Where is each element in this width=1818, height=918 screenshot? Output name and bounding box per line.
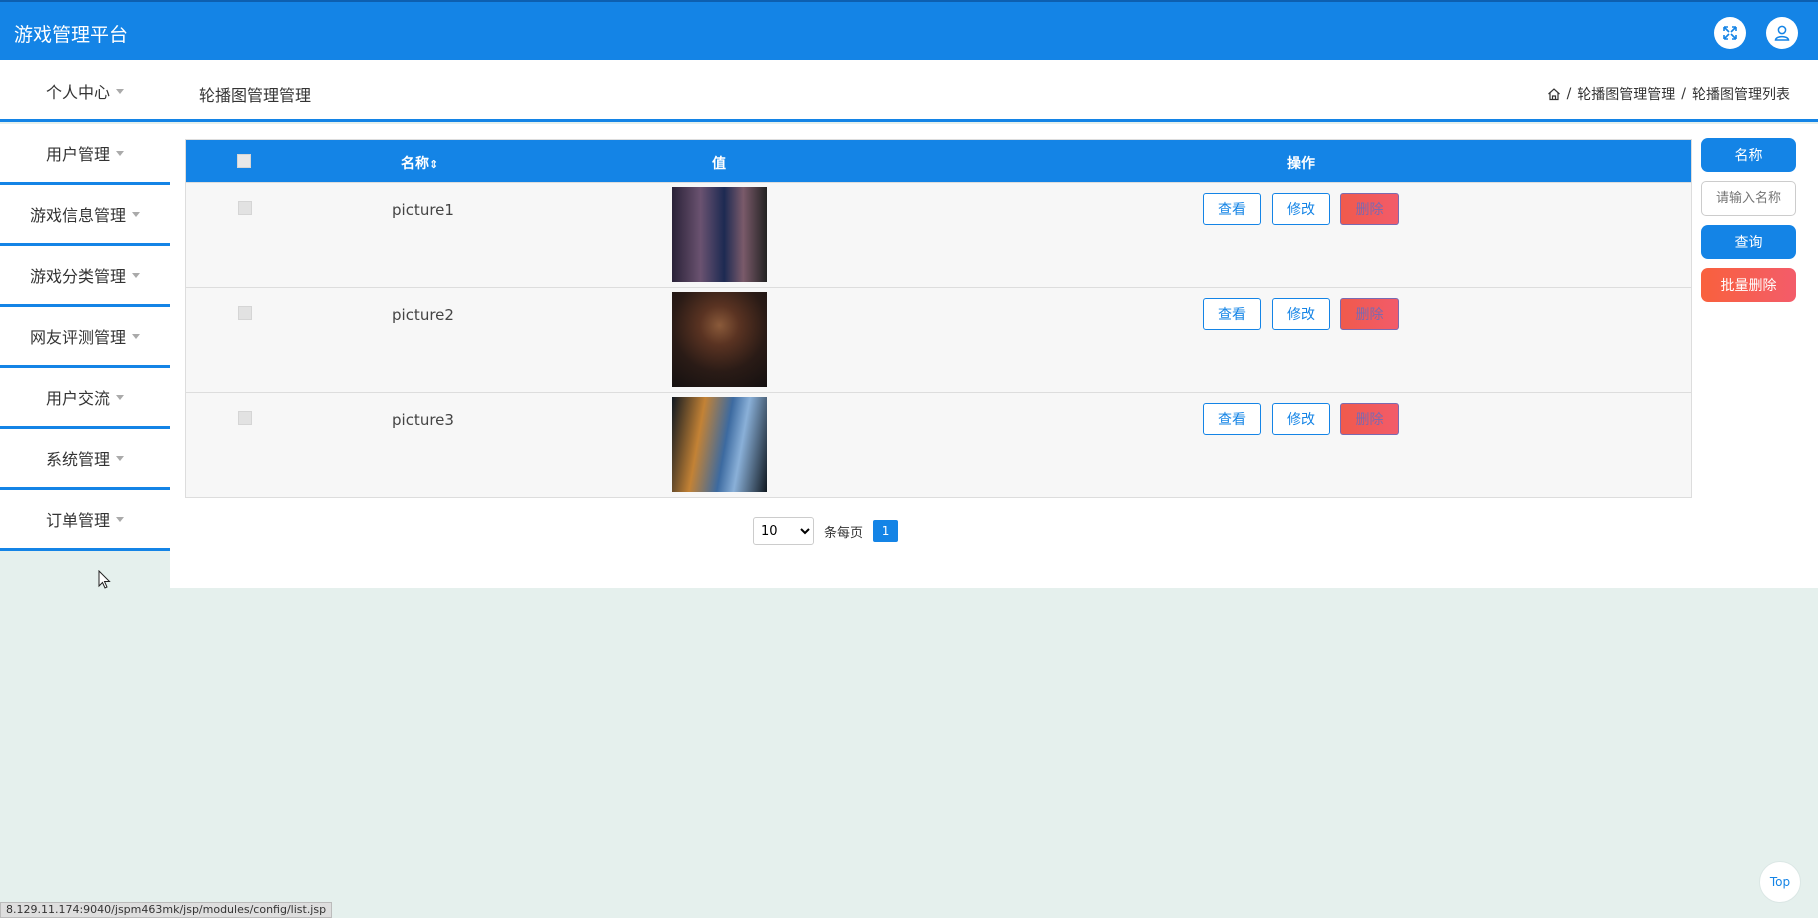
sidebar-item-label: 系统管理 — [45, 450, 110, 469]
mouse-cursor-icon — [98, 570, 111, 589]
breadcrumb-item-module[interactable]: 轮播图管理管理 — [1577, 84, 1675, 104]
thumbnail-image — [672, 187, 767, 282]
page-title: 轮播图管理管理 — [199, 86, 312, 105]
home-icon[interactable] — [1547, 87, 1561, 101]
app-title: 游戏管理平台 — [14, 24, 129, 46]
top-header: 游戏管理平台 — [0, 0, 1818, 60]
column-header-actions: 操作 — [1287, 156, 1315, 172]
thumbnail-image — [672, 292, 767, 387]
caret-down-icon — [116, 88, 124, 94]
breadcrumb: / 轮播图管理管理 / 轮播图管理列表 — [1547, 84, 1790, 104]
select-all-checkbox[interactable] — [237, 154, 251, 168]
caret-down-icon — [132, 333, 140, 339]
row-name: picture3 — [392, 411, 454, 429]
row-checkbox[interactable] — [238, 201, 252, 215]
sidebar-item-user-management[interactable]: 用户管理 — [0, 124, 170, 185]
user-icon — [1774, 25, 1790, 41]
view-button[interactable]: 查看 — [1203, 298, 1261, 330]
edit-button[interactable]: 修改 — [1272, 298, 1330, 330]
sidebar-item-user-exchange[interactable]: 用户交流 — [0, 368, 170, 429]
edit-button[interactable]: 修改 — [1272, 193, 1330, 225]
sidebar-item-reviews[interactable]: 网友评测管理 — [0, 307, 170, 368]
row-checkbox[interactable] — [238, 411, 252, 425]
carousel-table: 名称⇕ 值 操作 picture1 查看 修改 删除 picture2 查看 修… — [185, 139, 1692, 498]
delete-button[interactable]: 删除 — [1340, 298, 1399, 330]
search-button[interactable]: 查询 — [1701, 225, 1796, 259]
user-avatar-button[interactable] — [1766, 17, 1798, 49]
fullscreen-icon[interactable] — [1714, 17, 1746, 49]
status-url-bar: 8.129.11.174:9040/jspm463mk/jsp/modules/… — [0, 902, 333, 918]
caret-down-icon — [116, 394, 124, 400]
breadcrumb-separator: / — [1566, 86, 1572, 102]
page-number-current[interactable]: 1 — [873, 520, 899, 542]
expand-icon — [1723, 26, 1737, 40]
sidebar-item-game-info[interactable]: 游戏信息管理 — [0, 185, 170, 246]
caret-down-icon — [116, 455, 124, 461]
sidebar-item-label: 用户交流 — [45, 389, 110, 408]
sidebar-item-game-category[interactable]: 游戏分类管理 — [0, 246, 170, 307]
sidebar-item-orders[interactable]: 订单管理 — [0, 490, 170, 551]
breadcrumb-separator: / — [1681, 86, 1686, 102]
sidebar-item-system[interactable]: 系统管理 — [0, 429, 170, 490]
per-page-label: 条每页 — [824, 525, 864, 541]
sidebar-item-label: 用户管理 — [45, 145, 110, 164]
sub-header: 个人中心 轮播图管理管理 / 轮播图管理管理 / 轮播图管理列表 — [0, 60, 1818, 122]
table-row: picture2 查看 修改 删除 — [186, 287, 1691, 392]
sidebar-item-label: 网友评测管理 — [29, 328, 126, 347]
breadcrumb-item-list: 轮播图管理列表 — [1692, 87, 1790, 103]
thumbnail-image — [672, 397, 767, 492]
sort-icon[interactable]: ⇕ — [429, 158, 438, 171]
table-row: picture1 查看 修改 删除 — [186, 182, 1691, 287]
sidebar-item-label: 游戏分类管理 — [29, 267, 126, 286]
row-checkbox[interactable] — [238, 306, 252, 320]
column-header-name-label: 名称 — [401, 156, 429, 172]
caret-down-icon — [132, 211, 140, 217]
search-name-input[interactable] — [1701, 181, 1796, 216]
edit-button[interactable]: 修改 — [1272, 403, 1330, 435]
delete-button[interactable]: 删除 — [1340, 403, 1399, 435]
caret-down-icon — [116, 150, 124, 156]
view-button[interactable]: 查看 — [1203, 403, 1261, 435]
sidebar-item-label: 游戏信息管理 — [29, 206, 126, 225]
table-header: 名称⇕ 值 操作 — [186, 140, 1691, 182]
row-name: picture1 — [392, 201, 454, 219]
caret-down-icon — [132, 272, 140, 278]
column-header-name[interactable]: 名称⇕ — [401, 153, 438, 173]
main-content: 名称⇕ 值 操作 picture1 查看 修改 删除 picture2 查看 修… — [170, 124, 1818, 588]
view-button[interactable]: 查看 — [1203, 193, 1261, 225]
caret-down-icon — [116, 516, 124, 522]
sidebar: 用户管理 游戏信息管理 游戏分类管理 网友评测管理 用户交流 系统管理 订单管理 — [0, 124, 170, 551]
search-field-label: 名称 — [1701, 138, 1796, 172]
pagination: 10 20 50 条每页 1 — [753, 517, 899, 545]
back-to-top-button[interactable]: Top — [1759, 861, 1801, 903]
row-name: picture2 — [392, 306, 454, 324]
sidebar-item-label: 订单管理 — [45, 511, 110, 530]
delete-button[interactable]: 删除 — [1340, 193, 1399, 225]
personal-center-label: 个人中心 — [45, 83, 110, 102]
personal-center-menu[interactable]: 个人中心 — [0, 60, 170, 122]
batch-delete-button[interactable]: 批量删除 — [1701, 268, 1796, 302]
table-row: picture3 查看 修改 删除 — [186, 392, 1691, 497]
page-size-select[interactable]: 10 20 50 — [753, 517, 814, 545]
column-header-value: 值 — [712, 156, 726, 172]
